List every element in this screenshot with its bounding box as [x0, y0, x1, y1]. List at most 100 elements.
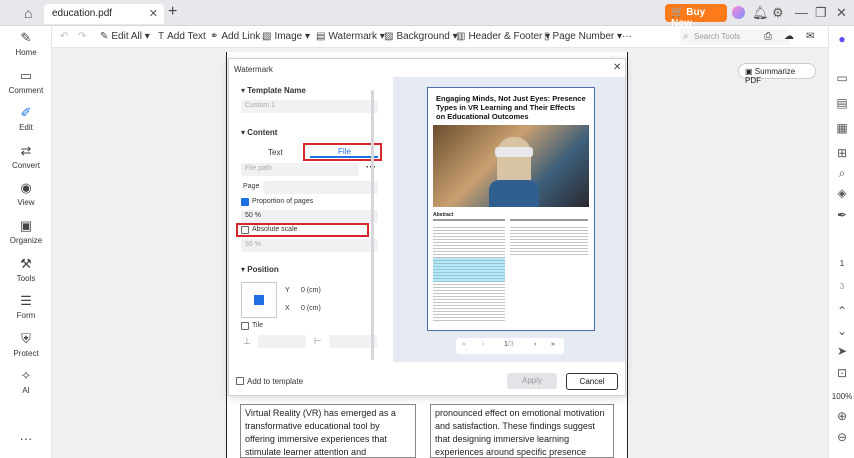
settings-scrollbar[interactable] — [371, 82, 375, 362]
link-icon: ⚭ — [210, 31, 219, 42]
next-page-icon[interactable]: › — [534, 341, 536, 348]
layers-icon[interactable]: ◈ — [829, 186, 854, 200]
absolute-scale-checkbox[interactable] — [241, 226, 249, 234]
tile-vertical-spacing[interactable] — [329, 335, 377, 348]
prev-page-icon[interactable]: ‹ — [482, 341, 484, 348]
shield-icon: ⛨ — [21, 331, 31, 346]
last-page-icon[interactable]: » — [551, 341, 555, 348]
summarize-pdf-button[interactable]: ▣ Summarize PDF — [738, 63, 816, 85]
absolute-scale-input[interactable]: 50 % — [241, 239, 378, 252]
edit-icon: ✐ — [20, 105, 32, 120]
more-icon[interactable]: ··· — [0, 431, 52, 448]
first-page-icon[interactable]: « — [462, 341, 466, 348]
proportion-checkbox[interactable] — [241, 198, 249, 206]
preview-abstract-label: Abstract — [433, 212, 454, 218]
nav-home[interactable]: ✎ Home — [0, 30, 52, 57]
search-tools-input[interactable]: Search Tools — [680, 29, 790, 45]
fit-icon[interactable]: ⊡ — [829, 366, 854, 380]
close-icon[interactable]: ✕ — [149, 7, 158, 20]
position-grid[interactable] — [241, 282, 277, 318]
apply-button[interactable]: Apply — [507, 373, 557, 389]
watermark-button[interactable]: ▤ Watermark ▾ — [316, 31, 385, 42]
gear-icon[interactable]: ⚙ — [772, 5, 784, 21]
select-icon[interactable]: ➤ — [829, 344, 854, 358]
background-button[interactable]: ▨ Background ▾ — [384, 31, 458, 42]
nav-convert[interactable]: ⇄ Convert — [0, 143, 52, 170]
nav-view[interactable]: ◉ View — [0, 180, 52, 207]
position-section[interactable]: ▾ Position — [241, 265, 279, 274]
chevron-up-icon[interactable]: ⌃ — [829, 304, 854, 318]
x-position-input[interactable]: 0 (cm) — [297, 303, 373, 316]
tile-checkbox[interactable] — [241, 322, 249, 330]
tab-file[interactable]: File — [338, 147, 351, 156]
nav-protect[interactable]: ⛨ Protect — [0, 331, 52, 358]
ai-assistant-icon[interactable]: ● — [829, 32, 854, 46]
nav-organize[interactable]: ▣ Organize — [0, 218, 52, 245]
content-section[interactable]: ▾ Content — [241, 128, 277, 137]
preview-image — [433, 125, 589, 207]
close-icon[interactable]: ✕ — [613, 62, 621, 73]
properties-icon[interactable]: ▤ — [829, 96, 854, 110]
convert-icon: ⇄ — [20, 143, 32, 158]
nav-ai[interactable]: ✧ AI — [0, 368, 52, 395]
absolute-scale-label: Absolute scale — [252, 226, 298, 233]
maximize-icon[interactable]: ❐ — [815, 5, 827, 21]
nav-edit[interactable]: ✐ Edit — [0, 105, 52, 132]
pen-icon[interactable]: ✒ — [829, 208, 854, 222]
dialog-title: Watermark — [234, 65, 273, 74]
tile-horizontal-spacing[interactable] — [258, 335, 306, 348]
proportion-label: Proportion of pages — [252, 198, 314, 205]
print-icon[interactable]: ⎙ — [764, 31, 772, 42]
redo-icon[interactable]: ↷ — [78, 31, 86, 42]
bell-icon[interactable]: 🔔︎ — [752, 5, 769, 21]
next-page-number: 3 — [839, 282, 845, 291]
preview-pager: « ‹ 1/3 › » — [456, 338, 564, 354]
template-name-section[interactable]: ▾ Template Name — [241, 86, 306, 95]
avatar[interactable] — [732, 6, 745, 19]
y-position-input[interactable]: 0 (cm) — [297, 285, 373, 298]
tab-text[interactable]: Text — [268, 148, 283, 157]
nav-comment[interactable]: ▭ Comment — [0, 68, 52, 95]
zoom-out-icon[interactable]: ⊖ — [829, 430, 854, 444]
form-icon: ☰ — [20, 293, 32, 308]
header-footer-icon: ▥ — [456, 31, 466, 42]
page-number-button[interactable]: ▯ Page Number ▾ — [544, 31, 622, 42]
cancel-button[interactable]: Cancel — [566, 373, 618, 390]
ai-icon: ✧ — [20, 368, 32, 383]
image-button[interactable]: ▧ Image ▾ — [262, 31, 310, 42]
add-link-button[interactable]: ⚭ Add Link — [210, 31, 260, 42]
header-footer-button[interactable]: ▥ Header & Footer ▾ — [456, 31, 550, 42]
undo-icon[interactable]: ↶ — [60, 31, 68, 42]
title-bar: ⌂ education.pdf ✕ + 🛒 Buy Now 🔔︎ ⚙ — ❐ ✕ — [0, 0, 854, 29]
edit-all-button[interactable]: ✎ Edit All ▾ — [100, 31, 150, 42]
image-icon: ▧ — [262, 31, 272, 42]
more-tools-icon[interactable]: ··· — [622, 31, 632, 42]
minimize-icon[interactable]: — — [795, 5, 808, 20]
panel-icon[interactable]: ▭ — [829, 71, 854, 85]
document-icon[interactable]: ▦ — [829, 121, 854, 135]
watermark-icon: ▤ — [316, 31, 326, 42]
template-name-field[interactable]: Custom 1 — [241, 100, 378, 113]
file-path-input[interactable]: File path — [241, 163, 359, 176]
add-to-template-checkbox[interactable] — [236, 377, 244, 385]
page-select[interactable] — [263, 181, 378, 194]
position-center-cell[interactable] — [254, 295, 264, 305]
nav-tools[interactable]: ⚒ Tools — [0, 256, 52, 283]
home-icon[interactable]: ⌂ — [24, 5, 32, 21]
grid-icon[interactable]: ⊞ — [829, 146, 854, 160]
zoom-level: 100% — [831, 392, 853, 401]
add-tab-icon[interactable]: + — [168, 3, 177, 21]
tile-label: Tile — [252, 322, 264, 329]
document-tab[interactable]: education.pdf ✕ — [44, 4, 164, 24]
buy-now-button[interactable]: 🛒 Buy Now — [665, 4, 727, 29]
nav-form[interactable]: ☰ Form — [0, 293, 52, 320]
preview-page-indicator: 1/3 — [504, 341, 514, 348]
mail-icon[interactable]: ✉ — [806, 31, 814, 42]
chevron-down-icon[interactable]: ⌄ — [829, 324, 854, 338]
cloud-upload-icon[interactable]: ☁ — [784, 31, 794, 42]
zoom-in-icon[interactable]: ⊕ — [829, 409, 854, 423]
proportion-input[interactable]: 50 % — [241, 210, 378, 223]
search-panel-icon[interactable]: ⌕ — [829, 166, 854, 181]
add-text-button[interactable]: T Add Text — [158, 31, 206, 42]
window-close-icon[interactable]: ✕ — [836, 5, 847, 21]
